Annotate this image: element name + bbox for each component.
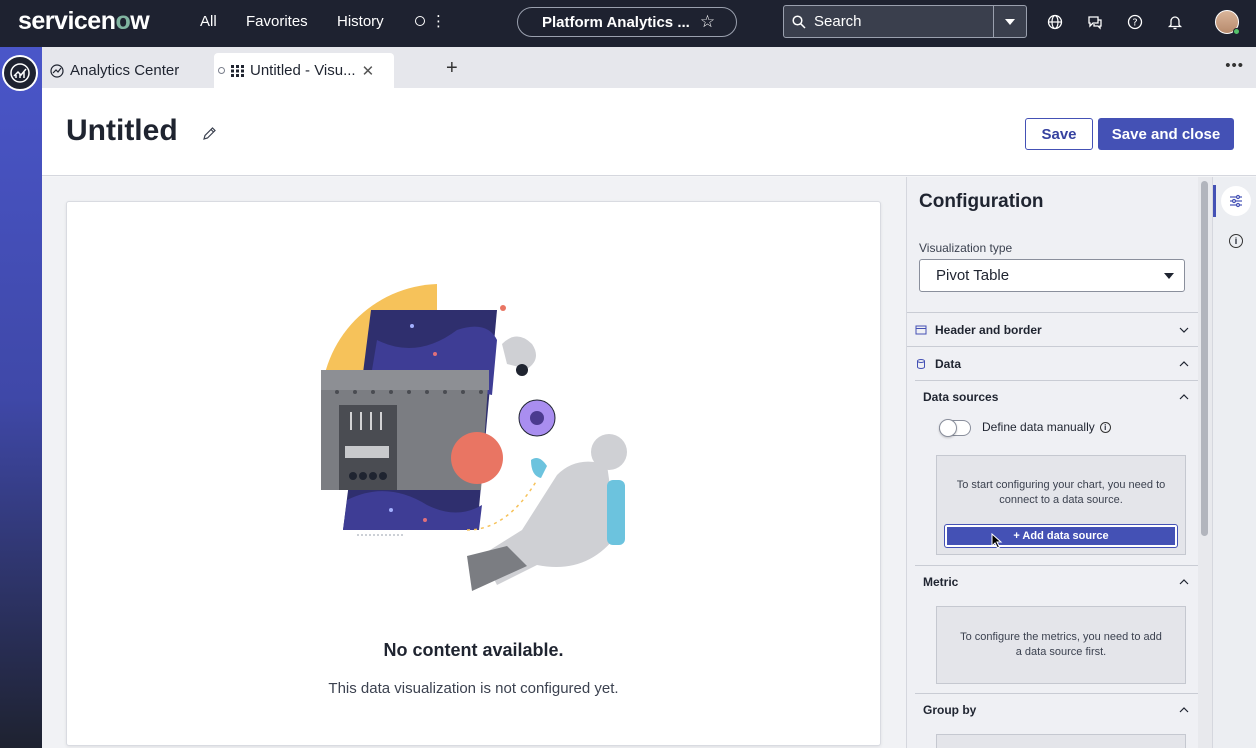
mouse-cursor-icon: [991, 533, 1003, 549]
save-and-close-button[interactable]: Save and close: [1098, 118, 1234, 150]
viz-type-value: Pivot Table: [936, 267, 1010, 284]
help-icon[interactable]: ?: [1126, 13, 1144, 31]
presence-indicator: [1233, 28, 1240, 35]
visualization-card: No content available. This data visualiz…: [66, 201, 881, 746]
chevron-up-icon: [1179, 706, 1189, 712]
info-icon[interactable]: i: [1099, 421, 1111, 433]
star-icon[interactable]: ☆: [700, 12, 715, 32]
canvas-area: No content available. This data visualiz…: [42, 177, 906, 748]
caret-down-icon: [1164, 273, 1174, 279]
viz-type-select[interactable]: Pivot Table: [919, 259, 1185, 292]
pencil-icon[interactable]: [202, 126, 217, 146]
data-source-placeholder: To start configuring your chart, you nee…: [936, 455, 1186, 555]
subsection-label: Data sources: [923, 389, 999, 404]
database-icon: [917, 358, 925, 369]
chevron-up-icon: [1179, 578, 1189, 584]
page-title: Untitled: [66, 114, 178, 147]
metric-placeholder: To configure the metrics, you need to ad…: [936, 606, 1186, 684]
left-rail: [0, 47, 42, 748]
unsaved-dot-icon: [218, 67, 225, 74]
close-icon[interactable]: ✕: [362, 62, 375, 80]
info-icon[interactable]: i: [1229, 234, 1243, 248]
tab-analytics-center[interactable]: Analytics Center: [50, 53, 179, 88]
section-label: Data: [935, 356, 962, 371]
data-source-message: To start configuring your chart, you nee…: [956, 479, 1166, 506]
empty-state-title: No content available.: [383, 640, 564, 660]
nav-history[interactable]: History: [337, 13, 384, 30]
chevron-up-icon: [1179, 393, 1189, 399]
pill-title: Platform Analytics ...: [542, 13, 690, 31]
global-search[interactable]: Search: [783, 5, 1027, 38]
save-button[interactable]: Save: [1025, 118, 1093, 150]
servicenow-logo[interactable]: servicenow: [18, 7, 150, 36]
globe-icon[interactable]: [1046, 13, 1064, 31]
nav-more-menu[interactable]: ⋮: [415, 12, 446, 30]
right-toolbar: i: [1212, 177, 1256, 748]
settings-sliders-icon[interactable]: [1221, 186, 1251, 216]
section-header-and-border[interactable]: Header and border: [907, 312, 1198, 346]
define-data-manually-toggle[interactable]: [939, 419, 971, 437]
chevron-down-icon: [1179, 327, 1189, 333]
nav-all[interactable]: All: [200, 13, 217, 30]
toggle-text: Define data manually: [982, 420, 1095, 434]
bell-icon[interactable]: [1166, 13, 1184, 31]
add-data-source-button[interactable]: + Add data source: [944, 524, 1178, 548]
config-scrollbar[interactable]: [1198, 177, 1212, 748]
section-data[interactable]: Data: [907, 346, 1198, 380]
chevron-up-icon: [1179, 360, 1189, 366]
tab-bar: Analytics Center Untitled - Visu... ✕ + …: [42, 47, 1256, 88]
subsection-data-sources[interactable]: Data sources: [915, 380, 1198, 412]
tab-untitled-visualization[interactable]: Untitled - Visu... ✕: [214, 53, 394, 88]
scroll-thumb[interactable]: [1201, 181, 1208, 536]
viz-type-label: Visualization type: [919, 241, 1013, 255]
header-icon: [915, 325, 927, 334]
astronaut-illustration: [320, 284, 627, 591]
section-label: Header and border: [935, 322, 1042, 337]
grid-icon: [231, 64, 244, 77]
config-title: Configuration: [919, 191, 1044, 212]
metric-message: To configure the metrics, you need to ad…: [960, 631, 1162, 658]
search-scope-dropdown[interactable]: [993, 6, 1026, 37]
configuration-panel: Configuration Visualization type Pivot T…: [906, 177, 1198, 748]
subsection-label: Metric: [923, 574, 959, 589]
page-header: Untitled Save Save and close: [42, 88, 1256, 176]
empty-state-subtitle: This data visualization is not configure…: [328, 680, 619, 697]
subsection-metric[interactable]: Metric: [915, 565, 1198, 597]
chat-icon[interactable]: [1086, 13, 1104, 31]
active-indicator: [1213, 185, 1216, 217]
search-input[interactable]: Search: [814, 13, 993, 30]
tab-label: Analytics Center: [70, 62, 180, 79]
svg-text:?: ?: [1132, 18, 1137, 29]
add-tab-icon[interactable]: +: [446, 57, 458, 80]
group-by-placeholder: [936, 734, 1186, 748]
kebab-icon: ⋮: [431, 13, 446, 30]
context-pill[interactable]: Platform Analytics ... ☆: [517, 7, 737, 37]
subsection-group-by[interactable]: Group by: [915, 693, 1198, 725]
tab-label: Untitled - Visu...: [250, 62, 356, 79]
search-icon: [784, 14, 814, 29]
define-data-manually-label: Define data manually i: [982, 420, 1111, 434]
analytics-icon: [50, 63, 64, 78]
more-icon[interactable]: •••: [1225, 57, 1244, 74]
nav-favorites[interactable]: Favorites: [246, 13, 308, 30]
analytics-app-icon[interactable]: [2, 55, 38, 91]
toggle-knob: [939, 419, 957, 437]
subsection-label: Group by: [923, 702, 977, 717]
top-navigation: servicenow All Favorites History ⋮ Platf…: [0, 0, 1256, 47]
workspace-circle-icon: [415, 16, 425, 26]
